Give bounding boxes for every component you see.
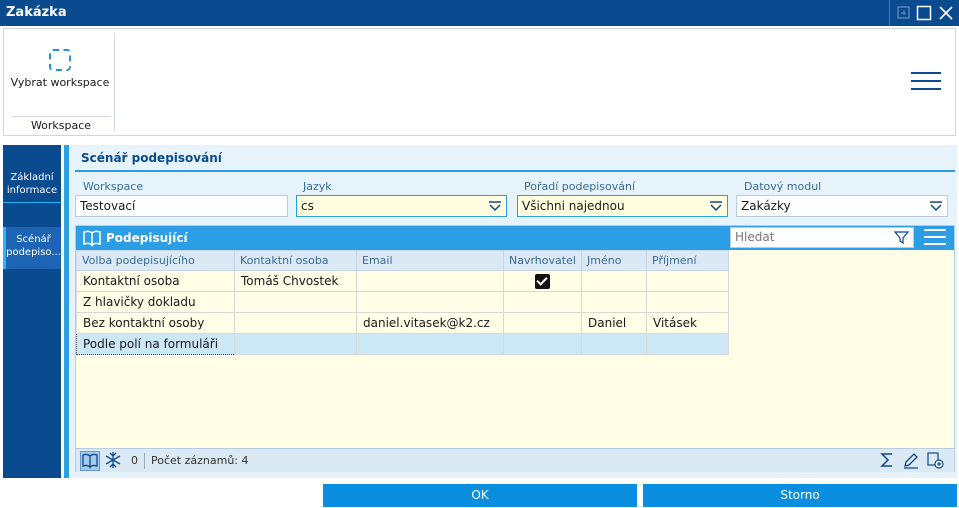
select-workspace-label: Vybrat workspace [10, 76, 110, 89]
cell-jmeno[interactable]: Daniel [581, 312, 647, 334]
workspace-label: Workspace [83, 180, 144, 193]
ok-button[interactable]: OK [323, 484, 637, 507]
poradi-select[interactable]: Všichni najednou [517, 195, 728, 217]
grid-table: Volba podepisujícího Kontaktní osoba Ema… [76, 250, 729, 355]
book-icon [83, 230, 101, 247]
content-panel: Scénář podepisování Workspace Testovací … [64, 145, 957, 478]
ribbon-group-label: Workspace [11, 116, 111, 132]
title-bar: Zakázka [0, 0, 959, 26]
cell-email[interactable] [356, 270, 504, 292]
jazyk-select[interactable]: cs [296, 195, 507, 217]
column-header[interactable]: Navrhovatel [503, 250, 582, 271]
ribbon-divider [114, 33, 115, 131]
cell-volba[interactable]: Podle polí na formuláři [76, 333, 235, 355]
record-count: Počet záznamů: 4 [151, 454, 249, 467]
dropdown-icon [930, 201, 942, 212]
ribbon: Vybrat workspace Workspace [3, 28, 956, 136]
grid-search-input[interactable]: Hledat [730, 227, 914, 248]
column-header[interactable]: Volba podepisujícího [76, 250, 235, 271]
tab-label-line1: Základní [10, 172, 54, 183]
table-row[interactable]: Bez kontaktní osoby daniel.vitasek@k2.cz… [76, 312, 729, 334]
grid-menu-icon[interactable] [924, 229, 946, 247]
sum-button[interactable] [878, 451, 898, 471]
cell-jmeno[interactable] [581, 333, 647, 355]
cell-prijmeni[interactable] [646, 333, 729, 355]
dropdown-icon [710, 201, 722, 212]
column-header[interactable]: Jméno [581, 250, 647, 271]
section-divider [75, 170, 955, 172]
menu-icon[interactable] [911, 72, 941, 92]
table-row[interactable]: Z hlavičky dokladu [76, 291, 729, 313]
cell-navrhovatel[interactable] [503, 270, 582, 292]
jazyk-value: cs [301, 199, 314, 213]
sigma-icon [880, 453, 892, 467]
datovy-modul-label: Datový modul [744, 180, 822, 193]
tab-zakladni-informace[interactable]: Základní informace [3, 167, 61, 203]
snowflake-button[interactable] [104, 451, 124, 471]
datovy-modul-value: Zakázky [741, 199, 791, 213]
storno-button[interactable]: Storno [643, 484, 957, 507]
add-record-button[interactable] [926, 451, 946, 471]
cell-navrhovatel[interactable] [503, 312, 582, 334]
cell-jmeno[interactable] [581, 270, 647, 292]
poradi-value: Všichni najednou [522, 199, 625, 213]
maximize-icon[interactable] [915, 4, 933, 22]
grid-header-row: Volba podepisujícího Kontaktní osoba Ema… [76, 250, 729, 271]
cell-navrhovatel[interactable] [503, 291, 582, 313]
book-icon [82, 453, 98, 469]
table-row-selected[interactable]: Podle polí na formuláři [76, 333, 729, 355]
grid-header: Podepisující Hledat [76, 226, 954, 250]
cell-kontakt[interactable] [234, 312, 357, 334]
tab-label-line2: informace [6, 185, 58, 196]
cell-email[interactable]: daniel.vitasek@k2.cz [356, 312, 504, 334]
pencil-icon [904, 453, 918, 469]
column-header[interactable]: Příjmení [646, 250, 729, 271]
cell-email[interactable] [356, 333, 504, 355]
cell-prijmeni[interactable] [646, 291, 729, 313]
cell-prijmeni[interactable]: Vitásek [646, 312, 729, 334]
poradi-label: Pořadí podepisování [524, 180, 636, 193]
cell-prijmeni[interactable] [646, 270, 729, 292]
cell-kontakt[interactable]: Tomáš Chvostek [234, 270, 357, 292]
cell-volba[interactable]: Bez kontaktní osoby [76, 312, 235, 334]
cell-kontakt[interactable] [234, 333, 357, 355]
footer-divider [144, 453, 145, 469]
workspace-field[interactable]: Testovací [75, 195, 288, 217]
tab-label-line1: Scénář [16, 234, 51, 245]
book-view-button[interactable] [80, 451, 100, 471]
jazyk-label: Jazyk [303, 180, 332, 193]
grid-footer: 0 Počet záznamů: 4 [76, 448, 954, 472]
snowflake-icon [105, 452, 121, 468]
cell-volba[interactable]: Kontaktní osoba [76, 270, 235, 292]
side-tabs: Základní informace Scénář podepiso... [3, 145, 61, 478]
selected-count: 0 [131, 454, 138, 467]
cell-kontakt[interactable] [234, 291, 357, 313]
cell-jmeno[interactable] [581, 291, 647, 313]
workspace-icon [49, 49, 71, 71]
search-placeholder: Hledat [735, 230, 775, 244]
restore-icon[interactable] [895, 4, 913, 22]
dropdown-icon [489, 201, 501, 212]
add-document-icon [927, 452, 944, 469]
cell-navrhovatel[interactable] [503, 333, 582, 355]
tab-label-line2: podepiso... [6, 247, 61, 258]
cell-email[interactable] [356, 291, 504, 313]
table-row[interactable]: Kontaktní osoba Tomáš Chvostek [76, 270, 729, 292]
checkbox-checked-icon[interactable] [535, 273, 550, 289]
column-header[interactable]: Kontaktní osoba [234, 250, 357, 271]
column-header[interactable]: Email [356, 250, 504, 271]
close-icon[interactable] [937, 4, 955, 22]
section-title: Scénář podepisování [81, 151, 222, 165]
filter-icon[interactable] [894, 230, 909, 245]
window-title: Zakázka [6, 5, 67, 20]
grid-title: Podepisující [106, 231, 188, 245]
datovy-modul-select[interactable]: Zakázky [736, 195, 948, 217]
edit-button[interactable] [902, 451, 922, 471]
titlebar-divider [889, 0, 890, 26]
select-workspace-button[interactable]: Vybrat workspace [10, 49, 110, 99]
tab-scenar-podepisovani[interactable]: Scénář podepiso... [3, 227, 61, 269]
podepisujici-grid: Podepisující Hledat Volba podepisujícího… [75, 225, 955, 472]
cell-volba[interactable]: Z hlavičky dokladu [76, 291, 235, 313]
